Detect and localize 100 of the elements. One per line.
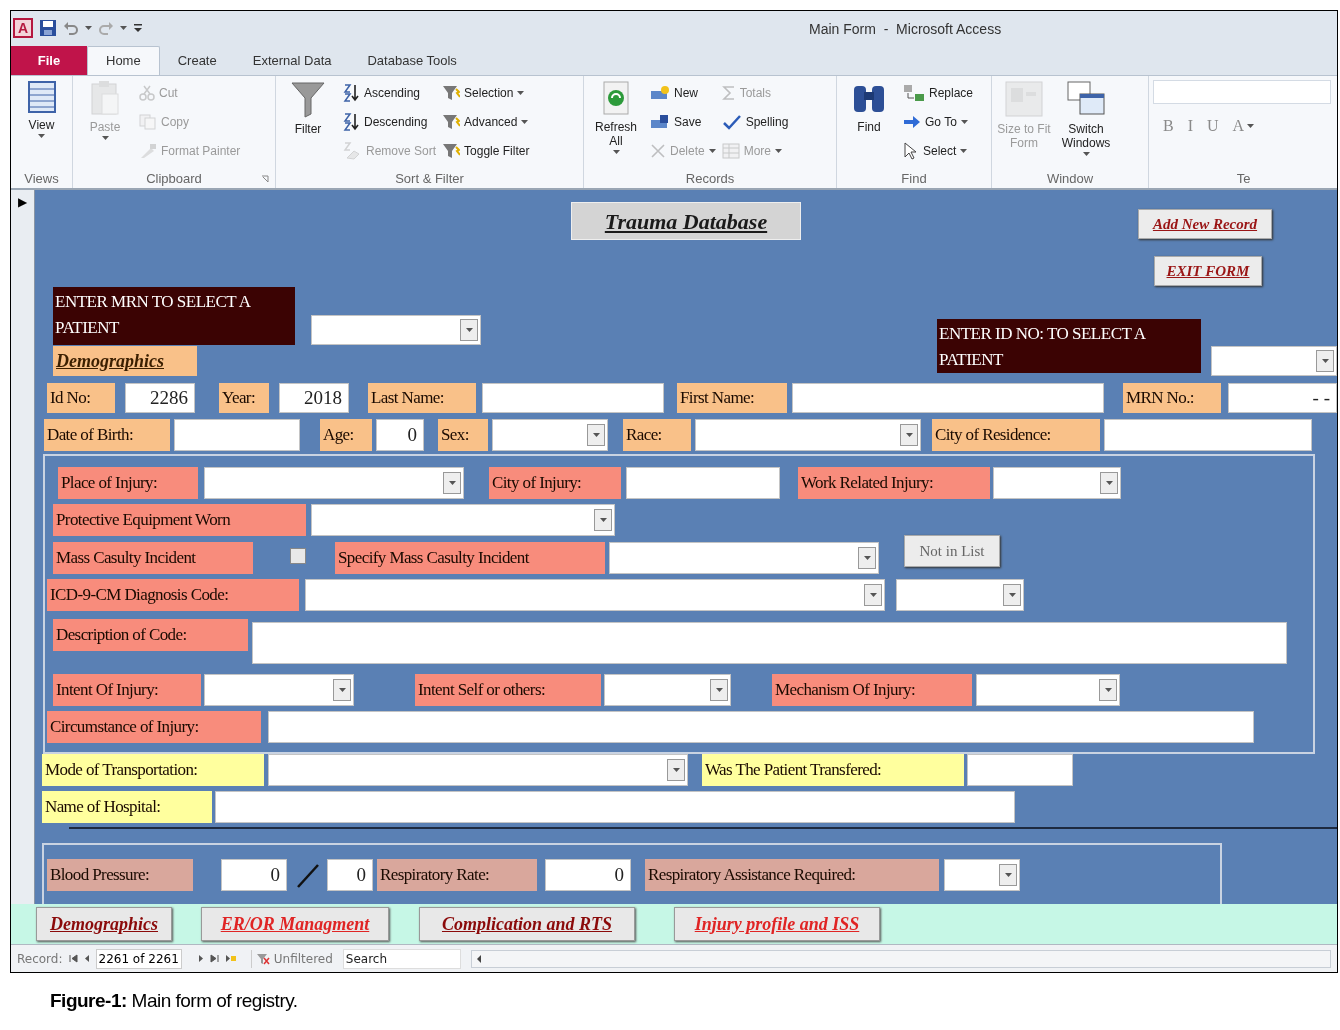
ribbon-button[interactable]: View xyxy=(15,80,68,138)
ribbon-button[interactable]: Replace xyxy=(903,80,974,105)
pages-icon xyxy=(139,113,157,130)
ribbon-tab[interactable]: External Data xyxy=(234,46,350,75)
dropdown-field[interactable] xyxy=(695,419,921,451)
input-field[interactable]: 0 xyxy=(221,859,287,891)
dropdown-button[interactable] xyxy=(900,424,918,446)
dropdown-button[interactable] xyxy=(710,679,728,701)
ribbon-button[interactable]: New xyxy=(650,80,716,105)
form-button[interactable]: EXIT FORM xyxy=(1154,256,1262,286)
dropdown-button[interactable] xyxy=(1100,472,1118,494)
form-tab-button[interactable]: Injury profile and ISS xyxy=(674,907,880,941)
dropdown-field[interactable] xyxy=(944,859,1020,891)
input-field[interactable] xyxy=(174,419,300,451)
ribbon-button[interactable]: Select xyxy=(903,138,974,163)
dropdown-button[interactable] xyxy=(1003,584,1021,606)
dropdown-field[interactable] xyxy=(609,542,879,574)
new-record-icon xyxy=(224,954,237,963)
dropdown-field[interactable] xyxy=(311,504,615,536)
dropdown-button[interactable] xyxy=(460,319,478,341)
dropdown-button[interactable] xyxy=(999,864,1017,886)
input-field[interactable] xyxy=(482,383,664,413)
caret-icon xyxy=(101,136,109,140)
caret-icon xyxy=(120,25,127,30)
horizontal-scrollbar[interactable] xyxy=(470,949,1331,968)
form-tab-button[interactable]: ER/OR Managment xyxy=(201,907,389,941)
dropdown-field[interactable] xyxy=(896,579,1024,611)
field-label: ICD-9-CM Diagnosis Code: xyxy=(47,579,299,611)
dropdown-field[interactable] xyxy=(204,674,354,706)
form-button[interactable]: Add New Record xyxy=(1138,209,1272,239)
x-icon xyxy=(650,142,666,159)
input-field[interactable] xyxy=(792,383,1104,413)
scissors-icon xyxy=(139,84,155,101)
ribbon-button[interactable]: Save xyxy=(650,109,716,134)
input-field[interactable]: 2286 xyxy=(125,383,195,413)
dropdown-field[interactable] xyxy=(204,467,464,499)
input-field[interactable]: 0 xyxy=(327,859,373,891)
ribbon-button[interactable]: Ascending xyxy=(342,80,437,105)
caret-icon xyxy=(1105,481,1113,485)
record-number-field[interactable]: 2261 of 2261 xyxy=(95,948,182,969)
dropdown-field[interactable] xyxy=(976,674,1120,706)
ribbon-button[interactable]: Go To xyxy=(903,109,974,134)
caret-icon xyxy=(521,119,529,124)
field-label: Name of Hospital: xyxy=(42,791,212,823)
ribbon-tab[interactable]: File xyxy=(11,46,87,75)
ribbon-button[interactable]: Spelling xyxy=(721,109,789,134)
ribbon-button[interactable]: Switch Windows xyxy=(1058,80,1114,156)
input-field[interactable] xyxy=(1104,419,1312,451)
form-tab-button[interactable]: Complication and RTS xyxy=(419,907,635,941)
search-field[interactable]: Search xyxy=(342,948,461,969)
dropdown-field[interactable] xyxy=(268,754,688,786)
dropdown-button[interactable] xyxy=(858,547,876,569)
field-label: Description of Code: xyxy=(53,619,248,651)
dropdown-field[interactable] xyxy=(311,315,481,345)
font-name-field[interactable] xyxy=(1153,80,1331,104)
caret-icon xyxy=(672,768,680,772)
input-field[interactable] xyxy=(252,622,1287,664)
input-field[interactable]: - - xyxy=(1228,383,1337,413)
field-label: Intent Of Injury: xyxy=(53,674,201,706)
dropdown-button[interactable] xyxy=(594,509,612,531)
dropdown-field[interactable] xyxy=(492,419,608,451)
ribbon-button[interactable]: Descending xyxy=(342,109,437,134)
input-field[interactable] xyxy=(268,711,1254,743)
ribbon-button[interactable]: Advanced xyxy=(442,109,530,134)
ribbon-button[interactable]: Refresh All xyxy=(588,80,644,154)
dropdown-button[interactable] xyxy=(443,472,461,494)
ribbon-tab[interactable]: Home xyxy=(87,46,160,75)
form-tab-button[interactable]: Demographics xyxy=(36,907,172,941)
input-field[interactable]: 0 xyxy=(376,419,424,451)
dropdown-button[interactable] xyxy=(667,759,685,781)
dropdown-field[interactable] xyxy=(1211,346,1337,376)
dropdown-button[interactable] xyxy=(1316,350,1334,372)
field-label: Last Name: xyxy=(368,383,476,413)
dropdown-field[interactable] xyxy=(604,674,731,706)
funnel-icon xyxy=(442,84,461,101)
brush-icon xyxy=(139,142,157,159)
input-field[interactable] xyxy=(967,754,1073,786)
dropdown-button[interactable] xyxy=(1099,679,1117,701)
ribbon-button[interactable]: Filter xyxy=(280,80,336,136)
dropdown-button[interactable] xyxy=(864,584,882,606)
ribbon-button[interactable]: Selection xyxy=(442,80,530,105)
field-label: MRN No.: xyxy=(1123,383,1221,413)
checkbox[interactable] xyxy=(290,548,306,564)
dropdown-field[interactable] xyxy=(305,579,885,611)
spelling-check-icon xyxy=(721,113,742,130)
filter-button[interactable]: Unfiltered xyxy=(250,949,337,968)
input-field[interactable] xyxy=(215,791,1015,823)
input-field[interactable] xyxy=(626,467,780,499)
dropdown-button[interactable] xyxy=(587,424,605,446)
input-field[interactable]: 0 xyxy=(545,859,631,891)
form-button[interactable]: Not in List xyxy=(904,535,1000,567)
ribbon-tab[interactable]: Create xyxy=(159,46,235,75)
input-field[interactable]: 2018 xyxy=(279,383,349,413)
ribbon-button[interactable]: Toggle Filter xyxy=(442,138,530,163)
dropdown-button[interactable] xyxy=(333,679,351,701)
caret-icon xyxy=(905,433,913,437)
group-label: Records xyxy=(685,169,735,188)
ribbon-button[interactable]: Find xyxy=(841,80,897,134)
ribbon-tab[interactable]: Database Tools xyxy=(349,46,475,75)
dropdown-field[interactable] xyxy=(993,467,1121,499)
